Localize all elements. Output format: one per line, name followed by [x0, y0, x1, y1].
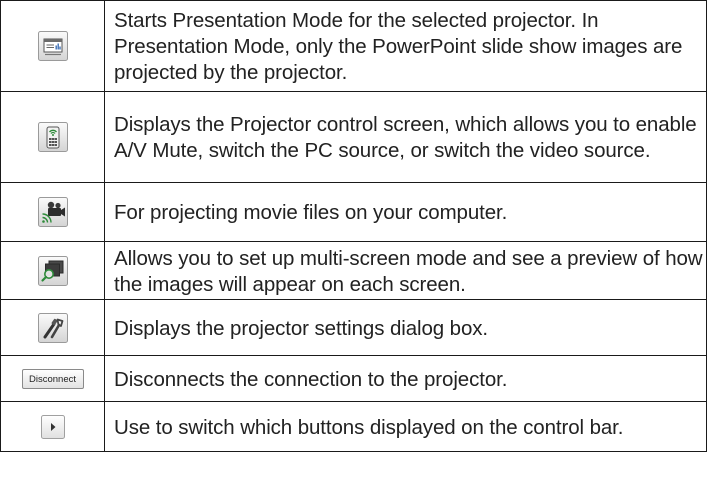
icon-cell: Disconnect: [0, 355, 105, 402]
multi-screen-preview-icon[interactable]: [37, 255, 68, 286]
presentation-mode-icon[interactable]: [37, 31, 68, 61]
icon-cell: [0, 299, 105, 356]
arrow-right-icon[interactable]: [40, 414, 65, 439]
movie-camera-icon[interactable]: [37, 197, 68, 227]
description-text: Displays the projector settings dialog b…: [104, 299, 707, 356]
description-text: For projecting movie files on your compu…: [104, 182, 707, 242]
icon-cell: [0, 401, 105, 452]
table-row: Starts Presentation Mode for the selecte…: [0, 0, 707, 92]
icon-cell: [0, 241, 105, 300]
description-text: Use to switch which buttons displayed on…: [104, 401, 707, 452]
settings-tools-icon[interactable]: [37, 312, 68, 343]
disconnect-button[interactable]: Disconnect: [21, 368, 84, 389]
description-text: Displays the Projector control screen, w…: [104, 91, 707, 183]
icon-cell: [0, 182, 105, 242]
button-description-table: Starts Presentation Mode for the selecte…: [0, 0, 707, 452]
icon-cell: [0, 91, 105, 183]
table-row: Displays the Projector control screen, w…: [0, 91, 707, 183]
icon-cell: [0, 0, 105, 92]
description-text: Starts Presentation Mode for the selecte…: [104, 0, 707, 92]
projector-control-icon[interactable]: [37, 122, 68, 152]
table-row: For projecting movie files on your compu…: [0, 182, 707, 242]
description-text: Allows you to set up multi-screen mode a…: [104, 241, 707, 300]
table-row: Displays the projector settings dialog b…: [0, 299, 707, 356]
description-text: Disconnects the connection to the projec…: [104, 355, 707, 402]
table-row: Allows you to set up multi-screen mode a…: [0, 241, 707, 300]
table-row: Use to switch which buttons displayed on…: [0, 401, 707, 452]
table-row: Disconnect Disconnects the connection to…: [0, 355, 707, 402]
